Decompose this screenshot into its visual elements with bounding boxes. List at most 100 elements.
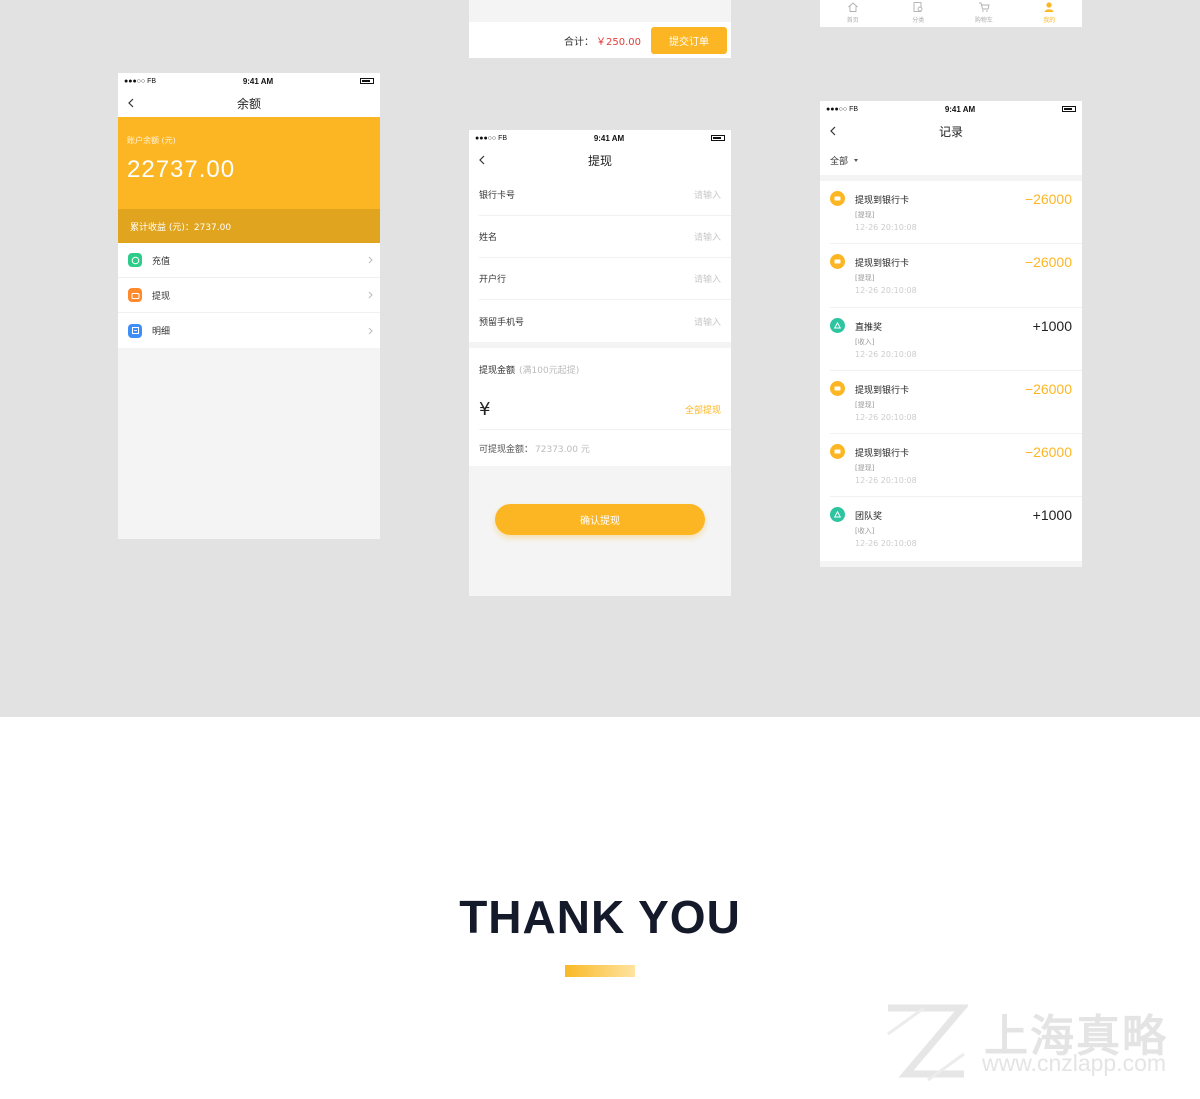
- record-tag: [收入]: [855, 527, 875, 536]
- records-list: 提现到银行卡 [提现] 12-26 20:10:08 −26000 提现到银行卡 [提现]…: [820, 181, 1082, 561]
- record-title: 提现到银行卡: [855, 449, 910, 460]
- withdraw-all-link[interactable]: 全部提现: [685, 403, 721, 416]
- record-tag: [收入]: [855, 337, 875, 346]
- record-row[interactable]: 提现到银行卡 [提现] 12-26 20:10:08 −26000: [830, 244, 1082, 308]
- chevron-right-icon: [368, 256, 373, 264]
- record-tag: [提现]: [855, 464, 875, 473]
- filter-dropdown[interactable]: 全部: [820, 145, 1082, 175]
- record-body: 提现到银行卡 [提现] 12-26 20:10:08: [855, 254, 1025, 306]
- record-time: 12-26 20:10:08: [855, 539, 917, 549]
- tab-cart[interactable]: 购物车: [951, 0, 1017, 27]
- tab-home-label: 首页: [846, 17, 859, 24]
- records-screen: ●●●○○ FB 9:41 AM 记录 全部 提现到银行卡 [提现] 12-26 2…: [820, 101, 1082, 567]
- clock: 9:41 AM: [593, 133, 625, 143]
- status-bar: ●●●○○ FB 9:41 AM: [469, 130, 731, 146]
- battery-icon: [1061, 106, 1076, 112]
- tab-category[interactable]: 分类: [886, 0, 952, 27]
- back-arrow-icon[interactable]: [124, 96, 138, 110]
- category-icon: [913, 2, 923, 12]
- record-body: 提现到银行卡 [提现] 12-26 20:10:08: [855, 191, 1025, 243]
- accent-divider: [565, 965, 635, 977]
- record-time: 12-26 20:10:08: [855, 286, 917, 296]
- bank-card-field[interactable]: 银行卡号 请输入: [479, 174, 731, 216]
- nav-bar: 记录: [820, 117, 1082, 145]
- field-placeholder: 请输入: [693, 191, 721, 201]
- currency-symbol: ¥: [479, 399, 491, 420]
- field-label: 预留手机号: [479, 317, 525, 328]
- record-amount: −26000: [1024, 254, 1072, 271]
- record-time: 12-26 20:10:08: [855, 412, 917, 422]
- bank-branch-field[interactable]: 开户行 请输入: [479, 258, 731, 300]
- record-amount: −26000: [1024, 191, 1072, 207]
- watermark: 上海真略 www.cnzlapp.com: [884, 1000, 1184, 1085]
- wallet-icon: [830, 380, 845, 396]
- available-label: 可提现金额：: [479, 444, 534, 455]
- tab-mine-label: 我的: [1043, 17, 1056, 24]
- income-icon: [830, 507, 845, 523]
- tab-category-label: 分类: [912, 17, 925, 24]
- menu-item-label: 充值: [152, 256, 171, 267]
- balance-screen: ●●●○○ FB 9:41 AM 余额 账户余额 (元) 22737.00 累计…: [118, 73, 380, 539]
- back-arrow-icon[interactable]: [826, 124, 840, 138]
- field-label: 开户行: [479, 275, 507, 285]
- record-tag: [提现]: [855, 400, 875, 409]
- tab-mine[interactable]: 我的: [1017, 0, 1083, 27]
- phone-field[interactable]: 预留手机号 请输入: [479, 300, 731, 342]
- total-label: 合计：: [564, 36, 594, 48]
- balance-card: 账户余额 (元) 22737.00: [118, 117, 380, 209]
- record-row[interactable]: 提现到银行卡 [提现] 12-26 20:10:08 −26000: [830, 181, 1082, 245]
- record-row[interactable]: 团队奖 [收入] 12-26 20:10:08 +1000: [830, 497, 1082, 560]
- nav-bar: 提现: [469, 146, 731, 174]
- submit-order-button[interactable]: 提交订单: [651, 26, 727, 54]
- field-placeholder: 请输入: [693, 317, 721, 328]
- record-time: 12-26 20:10:08: [855, 476, 917, 486]
- amount-label: 提现金额: [479, 365, 516, 376]
- record-row[interactable]: 提现到银行卡 [提现] 12-26 20:10:08 −26000: [830, 434, 1082, 498]
- chevron-right-icon: [368, 291, 373, 299]
- account-balance-label: 账户余额 (元): [127, 136, 176, 145]
- tab-cart-label: 购物车: [974, 17, 993, 24]
- field-label: 银行卡号: [479, 191, 516, 201]
- available-value: 72373.00 元: [535, 444, 590, 455]
- confirm-withdraw-button[interactable]: 确认提现: [495, 504, 705, 535]
- amount-title: 提现金额 (满100元起提): [479, 348, 731, 390]
- record-tag: [提现]: [855, 274, 875, 283]
- record-title: 直推奖: [855, 322, 883, 333]
- caret-down-icon: [854, 158, 859, 162]
- available-amount: 可提现金额： 72373.00 元: [479, 430, 731, 466]
- detail-icon: [128, 323, 142, 338]
- field-placeholder: 请输入: [693, 233, 721, 243]
- menu-item-recharge[interactable]: 充值: [118, 243, 380, 278]
- carrier-signal: ●●●○○ FB: [475, 134, 508, 142]
- record-body: 团队奖 [收入] 12-26 20:10:08: [855, 507, 1033, 560]
- thank-you-heading: THANK YOU: [459, 891, 741, 943]
- menu-item-label: 明细: [152, 327, 171, 337]
- record-amount: −26000: [1024, 380, 1072, 397]
- chevron-right-icon: [368, 327, 373, 334]
- record-row[interactable]: 直推奖 [收入] 12-26 20:10:08 +1000: [830, 308, 1082, 371]
- menu-item-detail[interactable]: 明细: [118, 313, 380, 348]
- carrier-signal: ●●●○○ FB: [826, 105, 859, 113]
- record-row[interactable]: 提现到银行卡 [提现] 12-26 20:10:08 −26000: [830, 371, 1082, 435]
- record-title: 提现到银行卡: [855, 385, 910, 396]
- menu-item-withdraw[interactable]: 提现: [118, 278, 380, 313]
- record-time: 12-26 20:10:08: [855, 349, 917, 359]
- page-title: 余额: [236, 96, 261, 111]
- status-bar: ●●●○○ FB 9:41 AM: [820, 101, 1082, 117]
- total-earnings: 累计收益 (元)：2737.00: [118, 209, 380, 243]
- amount-hint: (满100元起提): [519, 365, 580, 376]
- user-icon: [1044, 2, 1054, 12]
- record-tag: [提现]: [855, 211, 875, 219]
- tab-home[interactable]: 首页: [820, 0, 886, 27]
- cart-bottom-bar: 合计： ￥250.00 提交订单: [469, 22, 731, 58]
- income-icon: [830, 317, 845, 333]
- record-amount: +1000: [1032, 317, 1072, 334]
- name-field[interactable]: 姓名 请输入: [479, 216, 731, 258]
- carrier-signal: ●●●○○ FB: [124, 77, 157, 85]
- field-label: 姓名: [479, 233, 498, 243]
- record-title: 提现到银行卡: [855, 196, 910, 206]
- back-arrow-icon[interactable]: [475, 153, 489, 167]
- amount-input[interactable]: ¥ 全部提现: [479, 390, 731, 430]
- withdraw-icon: [128, 288, 142, 302]
- account-balance-amount: 22737.00: [127, 156, 236, 183]
